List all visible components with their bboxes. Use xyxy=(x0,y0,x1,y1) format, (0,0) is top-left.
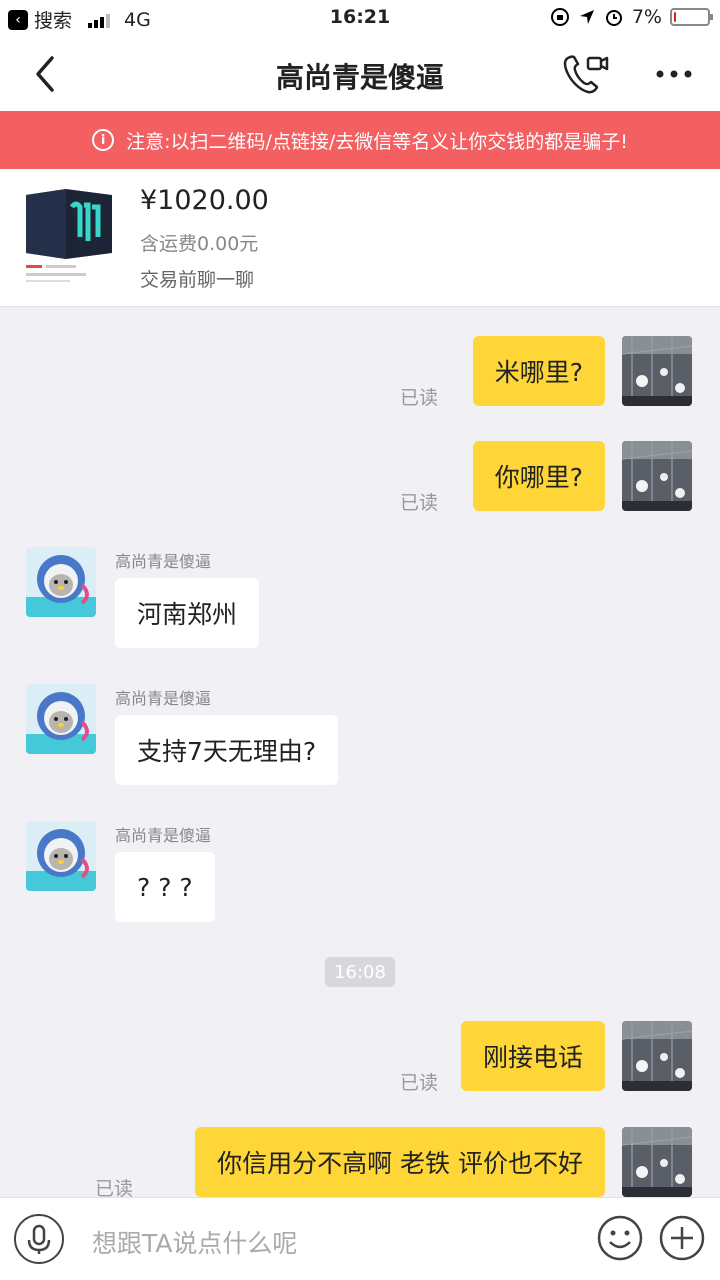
microphone-icon xyxy=(27,1224,51,1254)
sender-name: 高尚青是傻逼 xyxy=(115,552,212,571)
read-receipt: 已读 xyxy=(400,492,439,514)
location-icon xyxy=(579,10,594,24)
alarm-icon xyxy=(605,10,622,26)
info-icon: i xyxy=(92,129,115,151)
avatar-photo xyxy=(622,441,692,511)
contact-avatar[interactable] xyxy=(26,684,96,754)
orientation-lock-icon xyxy=(550,8,569,26)
battery-level xyxy=(674,12,676,22)
avatar-photo xyxy=(622,1127,692,1197)
chat-area[interactable]: 米哪里? 已读 你哪里? 已读 高尚青是傻逼 河南郑州 高尚青是傻逼 支持7天无… xyxy=(0,307,720,1197)
warning-text: 注意:以扫二维码/点链接/去微信等名义让你交钱的都是骗子! xyxy=(126,130,628,153)
message-bubble-incoming[interactable]: ? ? ? xyxy=(115,852,215,922)
avatar-photo xyxy=(622,336,692,406)
message-bubble-incoming[interactable]: 支持7天无理由? xyxy=(115,715,339,785)
battery-icon xyxy=(670,8,713,26)
read-receipt: 已读 xyxy=(400,387,439,409)
emoji-icon[interactable] xyxy=(596,1214,644,1262)
status-bar: ‹ 搜索 4G 16:21 7% xyxy=(0,0,720,36)
my-avatar[interactable] xyxy=(622,1127,692,1197)
message-input[interactable]: 想跟TA说点什么呢 xyxy=(92,1224,297,1260)
my-avatar[interactable] xyxy=(622,1021,692,1091)
time-divider: 16:08 xyxy=(325,957,395,987)
contact-avatar[interactable] xyxy=(26,547,96,617)
sender-name: 高尚青是傻逼 xyxy=(115,826,212,845)
voice-input-button[interactable] xyxy=(14,1214,64,1264)
page-title: 高尚青是傻逼 xyxy=(275,61,444,94)
read-receipt: 已读 xyxy=(95,1178,134,1197)
add-attachment-icon[interactable] xyxy=(658,1214,706,1262)
product-shipping: 含运费0.00元 xyxy=(140,233,259,255)
my-avatar[interactable] xyxy=(622,441,692,511)
message-bubble-outgoing[interactable]: 米哪里? xyxy=(472,336,605,406)
read-receipt: 已读 xyxy=(400,1072,439,1094)
contact-avatar[interactable] xyxy=(26,821,96,891)
battery-percent: 7% xyxy=(631,6,662,28)
status-right: 7% xyxy=(550,6,713,28)
sender-name: 高尚青是傻逼 xyxy=(115,689,212,708)
seal-mascot-icon xyxy=(26,821,96,891)
nav-bar: 高尚青是傻逼 xyxy=(0,36,720,111)
avatar-photo xyxy=(622,1021,692,1091)
message-bubble-outgoing[interactable]: 你信用分不高啊 老铁 评价也不好 xyxy=(195,1127,605,1197)
my-avatar[interactable] xyxy=(622,336,692,406)
seal-mascot-icon xyxy=(26,684,96,754)
product-prechat: 交易前聊一聊 xyxy=(140,269,255,291)
message-bubble-incoming[interactable]: 河南郑州 xyxy=(115,578,260,648)
phone-video-call-icon[interactable] xyxy=(560,52,610,96)
message-bubble-outgoing[interactable]: 刚接电话 xyxy=(460,1021,605,1091)
message-input-bar: 想跟TA说点什么呢 xyxy=(0,1197,720,1280)
product-thumbnail[interactable] xyxy=(22,187,118,287)
more-options-icon[interactable] xyxy=(650,56,698,92)
product-card[interactable]: ¥1020.00 含运费0.00元 交易前聊一聊 xyxy=(0,169,720,307)
message-bubble-outgoing[interactable]: 你哪里? xyxy=(472,441,605,511)
seal-mascot-icon xyxy=(26,547,96,617)
fraud-warning-banner: i 注意:以扫二维码/点链接/去微信等名义让你交钱的都是骗子! xyxy=(0,111,720,169)
product-price: ¥1020.00 xyxy=(140,185,269,216)
